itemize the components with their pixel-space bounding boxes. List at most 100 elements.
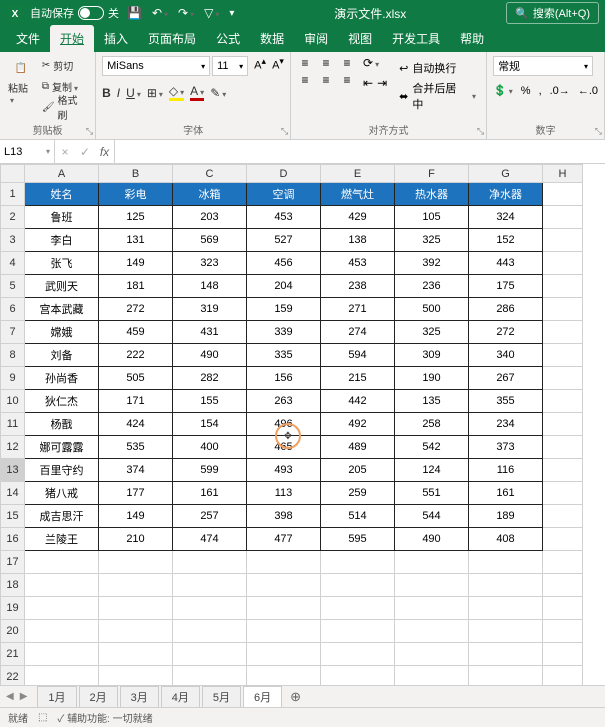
cell[interactable]: 489 (321, 436, 395, 459)
bold-button[interactable]: B (102, 86, 111, 100)
increase-font-button[interactable]: A▴ (254, 56, 266, 76)
cell[interactable]: 459 (99, 321, 173, 344)
cell[interactable]: 124 (395, 459, 469, 482)
cell[interactable] (395, 574, 469, 597)
row-header[interactable]: 21 (1, 643, 25, 666)
table-header-cell[interactable]: 彩电 (99, 183, 173, 206)
cell[interactable]: 424 (99, 413, 173, 436)
cell[interactable]: 135 (395, 390, 469, 413)
cell[interactable] (247, 574, 321, 597)
orientation-button[interactable]: ⟳ (363, 56, 387, 70)
cell[interactable] (25, 551, 99, 574)
column-header[interactable]: F (395, 165, 469, 183)
cell[interactable] (395, 597, 469, 620)
sheet-tab[interactable]: 6月 (243, 686, 282, 708)
ribbon-tab[interactable]: 文件 (6, 25, 50, 52)
cell[interactable]: 274 (321, 321, 395, 344)
underline-button[interactable]: U (126, 86, 141, 100)
select-all-corner[interactable] (1, 165, 25, 183)
cell[interactable] (543, 183, 583, 206)
cell[interactable] (99, 551, 173, 574)
cell[interactable]: 374 (99, 459, 173, 482)
row-header[interactable]: 1 (1, 183, 25, 206)
cell[interactable] (25, 574, 99, 597)
redo-button[interactable]: ↷ (178, 6, 194, 20)
cell[interactable] (469, 643, 543, 666)
cell[interactable] (321, 574, 395, 597)
cell[interactable]: 599 (173, 459, 247, 482)
row-header[interactable]: 6 (1, 298, 25, 321)
column-header[interactable]: E (321, 165, 395, 183)
column-header[interactable]: D (247, 165, 321, 183)
align-bottom-button[interactable]: ≡ (339, 56, 355, 70)
table-header-cell[interactable]: 燃气灶 (321, 183, 395, 206)
decrease-font-button[interactable]: A▾ (272, 56, 284, 76)
cell[interactable]: 505 (99, 367, 173, 390)
cell[interactable] (543, 344, 583, 367)
sheet-tab[interactable]: 1月 (37, 686, 76, 708)
cell[interactable]: 325 (395, 229, 469, 252)
cell[interactable]: 398 (247, 505, 321, 528)
ribbon-tab[interactable]: 帮助 (450, 25, 494, 52)
cell[interactable] (543, 252, 583, 275)
cell[interactable]: 492 (321, 413, 395, 436)
phonetic-button[interactable]: ✎ (210, 86, 226, 100)
cell[interactable]: 161 (469, 482, 543, 505)
cell[interactable]: 131 (99, 229, 173, 252)
table-header-cell[interactable]: 冰箱 (173, 183, 247, 206)
cell[interactable]: 514 (321, 505, 395, 528)
cell[interactable]: 259 (321, 482, 395, 505)
row-header[interactable]: 15 (1, 505, 25, 528)
cell[interactable]: 155 (173, 390, 247, 413)
cell[interactable]: 236 (395, 275, 469, 298)
cell[interactable] (543, 574, 583, 597)
dialog-launcher-icon[interactable]: ⤡ (281, 126, 288, 137)
cell[interactable]: 257 (173, 505, 247, 528)
cell[interactable]: 453 (247, 206, 321, 229)
ribbon-tab[interactable]: 公式 (206, 25, 250, 52)
filter-icon[interactable]: ▽ (204, 6, 219, 20)
ribbon-tab[interactable]: 插入 (94, 25, 138, 52)
row-header[interactable]: 16 (1, 528, 25, 551)
ribbon-tab[interactable]: 视图 (338, 25, 382, 52)
row-header[interactable]: 3 (1, 229, 25, 252)
sheet-tab[interactable]: 4月 (161, 686, 200, 708)
cell[interactable]: 190 (395, 367, 469, 390)
border-button[interactable]: ⊞ (147, 86, 163, 100)
cell[interactable] (321, 666, 395, 686)
cell[interactable] (395, 551, 469, 574)
dialog-launcher-icon[interactable]: ⤡ (86, 126, 93, 137)
cell[interactable] (25, 666, 99, 686)
column-header[interactable]: H (543, 165, 583, 183)
cell[interactable] (543, 229, 583, 252)
row-header[interactable]: 2 (1, 206, 25, 229)
cell[interactable] (247, 643, 321, 666)
cell[interactable]: 500 (395, 298, 469, 321)
cell[interactable]: 李白 (25, 229, 99, 252)
cell[interactable]: 嫦娥 (25, 321, 99, 344)
cell[interactable]: 309 (395, 344, 469, 367)
cell[interactable]: 319 (173, 298, 247, 321)
cell[interactable]: 武则天 (25, 275, 99, 298)
cell[interactable] (99, 666, 173, 686)
cell[interactable] (543, 505, 583, 528)
cell[interactable]: 595 (321, 528, 395, 551)
cell[interactable] (173, 643, 247, 666)
cell[interactable] (25, 597, 99, 620)
record-macro-icon[interactable]: ⬚ (38, 712, 47, 723)
paste-button[interactable]: 📋 粘贴 (6, 56, 36, 108)
cell[interactable] (469, 666, 543, 686)
cell[interactable] (543, 298, 583, 321)
table-header-cell[interactable]: 空调 (247, 183, 321, 206)
sheet-nav-next[interactable]: ▶ (20, 691, 28, 702)
decrease-decimal-button[interactable]: ←.0 (578, 85, 598, 97)
formula-input[interactable] (115, 140, 605, 163)
cell[interactable]: 杨戬 (25, 413, 99, 436)
increase-indent-button[interactable]: ⇥ (377, 76, 387, 90)
cell[interactable]: 431 (173, 321, 247, 344)
decrease-indent-button[interactable]: ⇤ (363, 76, 373, 90)
row-header[interactable]: 20 (1, 620, 25, 643)
cell[interactable]: 113 (247, 482, 321, 505)
comma-format-button[interactable]: , (539, 85, 542, 97)
cell[interactable] (543, 275, 583, 298)
